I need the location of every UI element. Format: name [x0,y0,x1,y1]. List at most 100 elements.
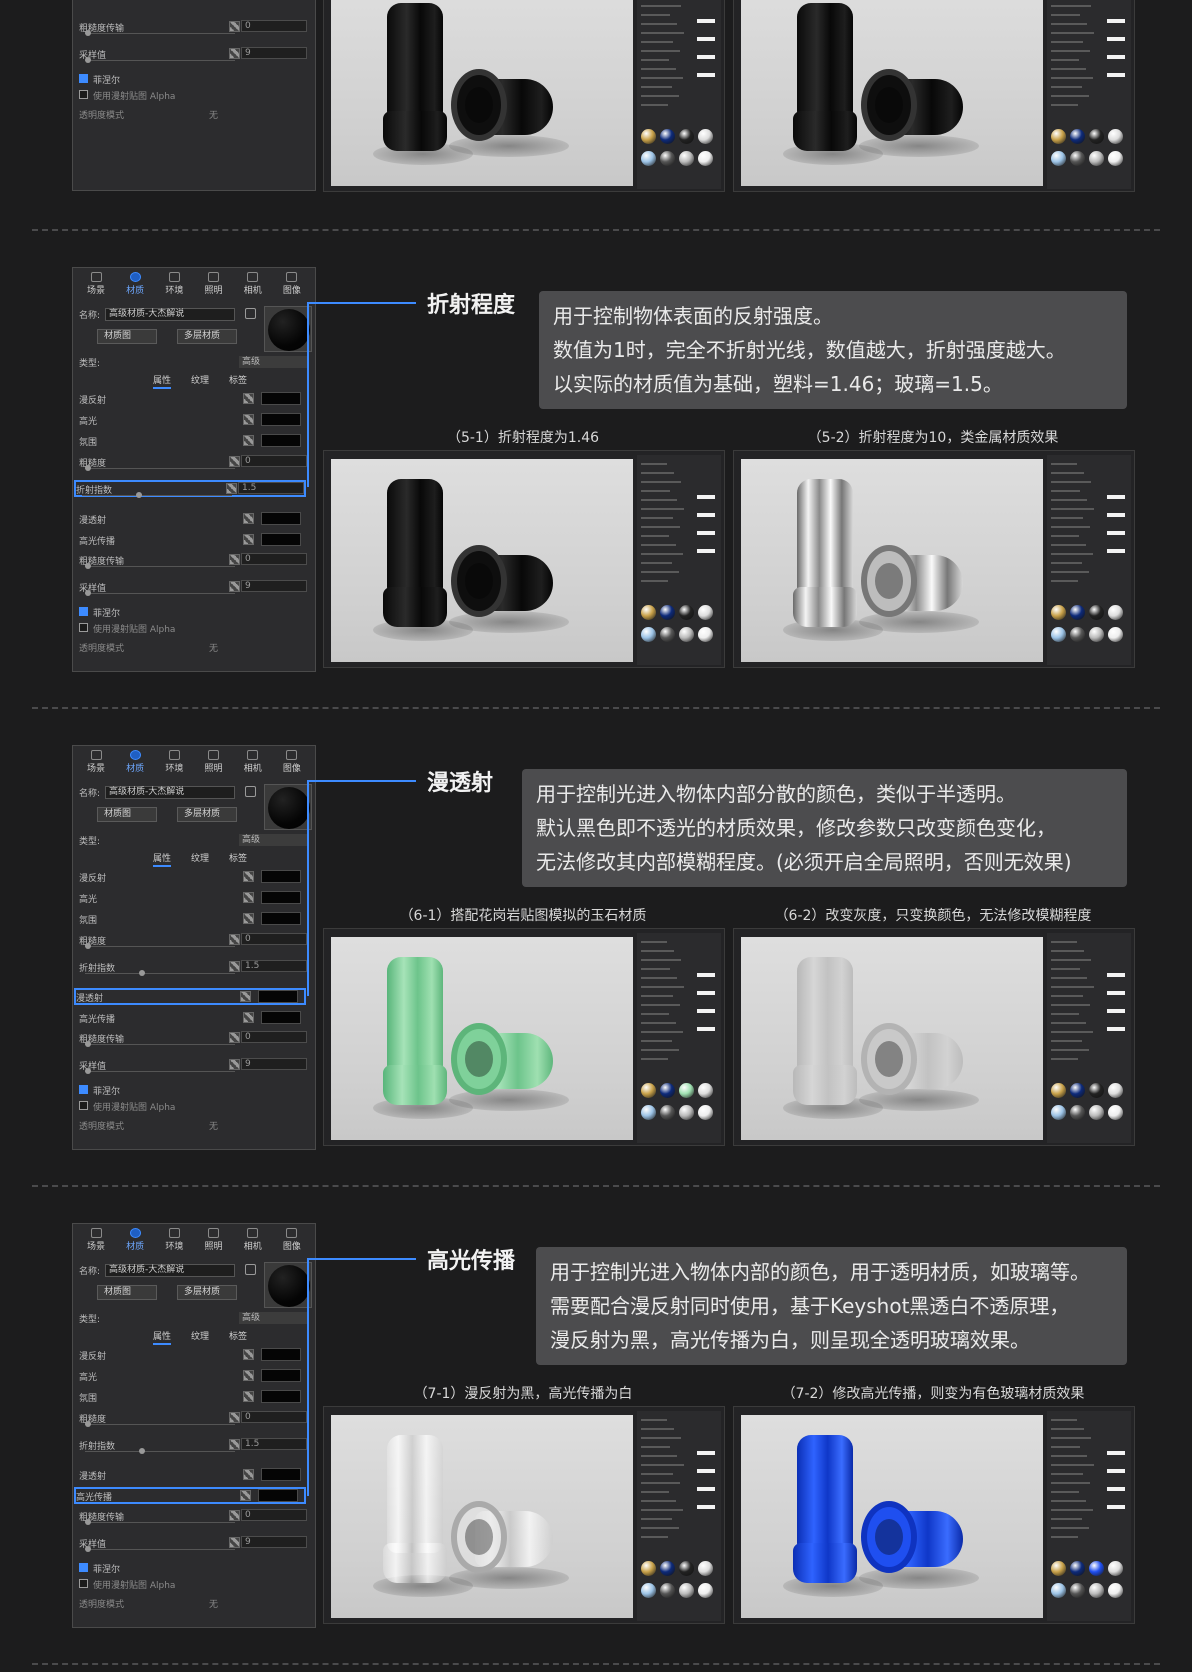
type-dropdown[interactable]: 高级 [239,1312,309,1324]
slider-knob[interactable] [85,590,91,596]
tab-lighting[interactable]: 照明 [197,272,231,298]
slider-track[interactable] [82,495,232,496]
material-thumbnail[interactable] [1108,1561,1123,1576]
subtab-textures[interactable]: 纹理 [191,851,209,867]
tab-camera[interactable]: 相机 [236,1228,270,1254]
material-thumbnail[interactable] [1051,627,1066,642]
tab-material[interactable]: 材质 [118,750,152,776]
texture-map-icon[interactable] [226,483,237,494]
texture-map-icon[interactable] [243,414,254,425]
prop-row-rough-transmission[interactable]: 粗糙度传输 0 [79,20,311,36]
multilayer-button[interactable]: 多层材质 [177,807,237,822]
tab-scene[interactable]: 场景 [79,750,113,776]
material-thumbnail[interactable] [698,627,713,642]
material-thumbnail[interactable] [679,129,694,144]
tab-environment[interactable]: 环境 [157,1228,191,1254]
texture-map-icon[interactable] [229,581,240,592]
material-thumbnail[interactable] [1108,1083,1123,1098]
prop-row-samples[interactable]: 采样值 9 [79,47,311,63]
texture-map-icon[interactable] [240,1490,251,1501]
slider-knob[interactable] [85,563,91,569]
tab-environment[interactable]: 环境 [157,750,191,776]
tab-scene[interactable]: 场景 [79,1228,113,1254]
slider-knob[interactable] [85,57,91,63]
value-field[interactable]: 1.5 [238,482,304,494]
tab-image[interactable]: 图像 [275,750,309,776]
texture-map-icon[interactable] [243,892,254,903]
value-field[interactable]: 1.5 [241,1438,307,1450]
material-thumbnail[interactable] [1051,1561,1066,1576]
value-field[interactable]: 0 [241,455,307,467]
material-thumbnail[interactable] [1089,1561,1104,1576]
slider-knob[interactable] [85,30,91,36]
value-field[interactable]: 9 [241,1536,307,1548]
fresnel-checkbox[interactable] [79,74,88,83]
subtab-properties[interactable]: 属性 [153,1329,172,1345]
slider-track[interactable] [85,946,235,947]
material-thumbnail[interactable] [641,1561,656,1576]
texture-map-icon[interactable] [229,1537,240,1548]
material-thumbnail[interactable] [1108,129,1123,144]
color-swatch[interactable] [261,870,301,883]
value-field[interactable]: 1.5 [241,960,307,972]
color-swatch[interactable] [258,1489,298,1502]
material-thumbnail[interactable] [679,151,694,166]
use-alpha-checkbox[interactable] [79,623,88,632]
subtab-textures[interactable]: 纹理 [191,373,209,389]
material-thumbnail[interactable] [641,1083,656,1098]
texture-map-icon[interactable] [243,1469,254,1480]
value-field[interactable]: 0 [241,1031,307,1043]
material-thumbnail[interactable] [660,627,675,642]
tab-image[interactable]: 图像 [275,1228,309,1254]
texture-map-icon[interactable] [229,1412,240,1423]
material-thumbnail[interactable] [1108,605,1123,620]
material-thumbnail[interactable] [1070,1083,1085,1098]
material-thumbnail[interactable] [679,627,694,642]
slider-knob[interactable] [85,1546,91,1552]
texture-map-icon[interactable] [243,871,254,882]
value-field[interactable]: 0 [241,1509,307,1521]
material-thumbnail[interactable] [1089,1105,1104,1120]
value-field[interactable]: 9 [241,47,307,59]
fresnel-checkbox[interactable] [79,607,88,616]
material-thumbnail[interactable] [1051,1105,1066,1120]
color-swatch[interactable] [261,392,301,405]
color-swatch[interactable] [258,990,298,1003]
material-thumbnail[interactable] [1089,1083,1104,1098]
slider-knob[interactable] [139,1448,145,1454]
texture-map-icon[interactable] [229,1439,240,1450]
value-field[interactable]: 9 [241,1058,307,1070]
material-thumbnail[interactable] [641,627,656,642]
texture-map-icon[interactable] [243,534,254,545]
save-icon[interactable] [245,1264,256,1275]
tab-scene[interactable]: 场景 [79,272,113,298]
slider-track[interactable] [85,1071,235,1072]
material-thumbnail[interactable] [641,605,656,620]
color-swatch[interactable] [261,533,301,546]
transparency-mode-dropdown[interactable]: 无 [209,1597,218,1610]
value-field[interactable]: 0 [241,1411,307,1423]
prop-row-ior[interactable]: 折射指数 1.5 [79,1438,311,1454]
prop-row-spec-transmission[interactable]: 高光传播 [79,1011,311,1025]
color-swatch[interactable] [261,912,301,925]
slider-knob[interactable] [85,943,91,949]
material-name-field[interactable]: 高级材质-大杰解说 [105,308,236,321]
prop-row-translucency[interactable]: 漫透射 [74,988,306,1005]
material-thumbnail[interactable] [1051,1083,1066,1098]
texture-map-icon[interactable] [229,554,240,565]
material-thumbnail[interactable] [660,1583,675,1598]
prop-row-diffuse[interactable]: 漫反射 [79,392,311,406]
color-swatch[interactable] [261,891,301,904]
type-dropdown[interactable]: 高级 [239,356,309,368]
value-field[interactable]: 0 [241,20,307,32]
material-thumbnail[interactable] [1089,129,1104,144]
prop-row-ior[interactable]: 折射指数 1.5 [79,960,311,976]
material-thumbnail[interactable] [660,1083,675,1098]
slider-knob[interactable] [85,465,91,471]
slider-track[interactable] [85,1451,235,1452]
material-thumbnail[interactable] [1070,1561,1085,1576]
color-swatch[interactable] [261,1390,301,1403]
material-name-field[interactable]: 高级材质-大杰解说 [105,1264,236,1277]
material-thumbnail[interactable] [1089,605,1104,620]
prop-row-samples[interactable]: 采样值 9 [79,1536,311,1552]
